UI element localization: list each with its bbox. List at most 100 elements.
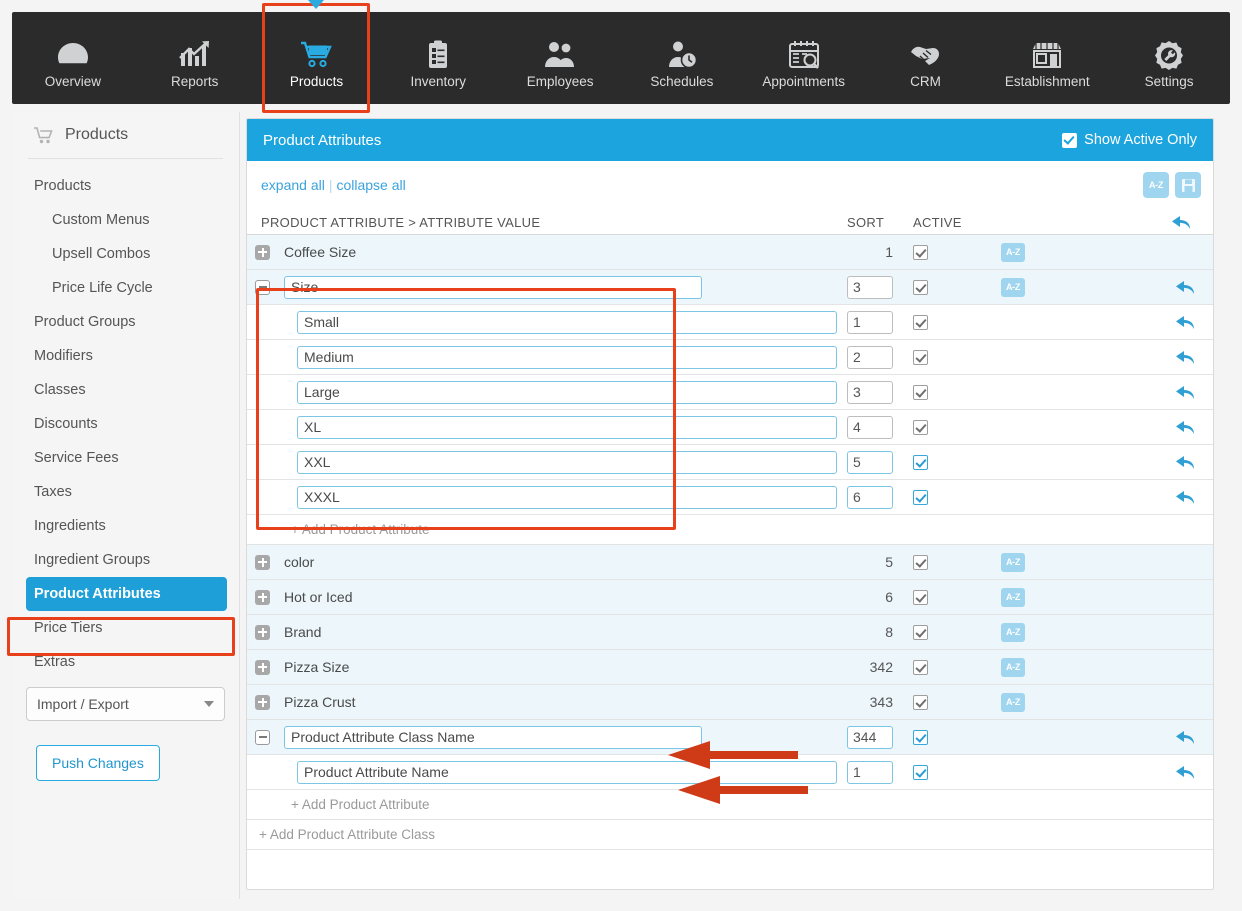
attribute-value-name-input[interactable] <box>297 451 837 474</box>
sort-az-row-button[interactable]: A-Z <box>1001 623 1025 642</box>
active-checkbox[interactable] <box>913 455 928 470</box>
sort-order-input[interactable] <box>847 726 893 749</box>
sidebar-item-products[interactable]: Products <box>12 169 239 203</box>
row-active-cell <box>913 555 973 570</box>
sort-order-input[interactable] <box>847 451 893 474</box>
active-checkbox[interactable] <box>913 490 928 505</box>
expand-plus-icon[interactable] <box>255 660 270 675</box>
sidebar-item-classes[interactable]: Classes <box>12 373 239 407</box>
sort-order-input[interactable] <box>847 276 893 299</box>
sidebar-item-price-life-cycle[interactable]: Price Life Cycle <box>12 271 239 305</box>
undo-icon[interactable] <box>1175 349 1195 365</box>
attribute-value-name-input[interactable] <box>297 346 837 369</box>
sort-order-input[interactable] <box>847 761 893 784</box>
sort-az-row-button[interactable]: A-Z <box>1001 588 1025 607</box>
sort-az-row-button[interactable]: A-Z <box>1001 658 1025 677</box>
sidebar-item-ingredient-groups[interactable]: Ingredient Groups <box>12 543 239 577</box>
attribute-value-name-input[interactable] <box>297 761 837 784</box>
undo-icon[interactable] <box>1175 314 1195 330</box>
sidebar-item-taxes[interactable]: Taxes <box>12 475 239 509</box>
sort-az-row-button[interactable]: A-Z <box>1001 693 1025 712</box>
nav-item-settings[interactable]: Settings <box>1108 12 1230 104</box>
active-checkbox[interactable] <box>913 730 928 745</box>
sidebar-item-price-tiers[interactable]: Price Tiers <box>12 611 239 645</box>
undo-icon[interactable] <box>1175 764 1195 780</box>
add-product-attribute-class-link[interactable]: + Add Product Attribute Class <box>247 820 1213 850</box>
undo-icon[interactable] <box>1175 729 1195 745</box>
sort-az-button[interactable]: A-Z <box>1143 172 1169 198</box>
sidebar-item-custom-menus[interactable]: Custom Menus <box>12 203 239 237</box>
sidebar-item-modifiers[interactable]: Modifiers <box>12 339 239 373</box>
sort-order-input[interactable] <box>847 486 893 509</box>
sort-az-row-button[interactable]: A-Z <box>1001 243 1025 262</box>
sidebar-item-label: Product Groups <box>34 314 136 330</box>
attribute-class-name-input[interactable] <box>284 276 702 299</box>
active-checkbox[interactable] <box>913 245 928 260</box>
show-active-only-label: Show Active Only <box>1084 132 1197 148</box>
expand-plus-icon[interactable] <box>255 245 270 260</box>
active-checkbox[interactable] <box>913 555 928 570</box>
push-changes-button[interactable]: Push Changes <box>36 745 160 781</box>
nav-item-reports[interactable]: Reports <box>134 12 256 104</box>
sort-order-input[interactable] <box>847 416 893 439</box>
nav-item-inventory[interactable]: Inventory <box>377 12 499 104</box>
expand-all-link[interactable]: expand all <box>261 177 325 193</box>
sidebar-item-ingredients[interactable]: Ingredients <box>12 509 239 543</box>
active-checkbox[interactable] <box>913 590 928 605</box>
undo-icon[interactable] <box>1175 384 1195 400</box>
collapse-minus-icon[interactable] <box>255 730 270 745</box>
save-button[interactable] <box>1175 172 1201 198</box>
active-checkbox[interactable] <box>913 660 928 675</box>
nav-item-schedules[interactable]: Schedules <box>621 12 743 104</box>
expand-plus-icon[interactable] <box>255 625 270 640</box>
active-checkbox[interactable] <box>913 280 928 295</box>
show-active-only-toggle[interactable]: Show Active Only <box>1062 132 1197 148</box>
nav-item-products[interactable]: Products <box>256 12 378 104</box>
nav-item-establishment[interactable]: Establishment <box>986 12 1108 104</box>
expand-plus-icon[interactable] <box>255 555 270 570</box>
sidebar-item-discounts[interactable]: Discounts <box>12 407 239 441</box>
attribute-class-name-input[interactable] <box>284 726 702 749</box>
row-name-cell <box>247 346 847 369</box>
row-name-cell <box>247 311 847 334</box>
active-checkbox[interactable] <box>913 625 928 640</box>
active-checkbox[interactable] <box>913 315 928 330</box>
sort-az-row-button[interactable]: A-Z <box>1001 278 1025 297</box>
show-active-only-checkbox[interactable] <box>1062 133 1077 148</box>
expand-plus-icon[interactable] <box>255 695 270 710</box>
sidebar-item-product-attributes[interactable]: Product Attributes <box>26 577 227 611</box>
collapse-all-link[interactable]: collapse all <box>336 177 405 193</box>
active-checkbox[interactable] <box>913 695 928 710</box>
nav-item-overview[interactable]: Overview <box>12 12 134 104</box>
active-checkbox[interactable] <box>913 765 928 780</box>
active-checkbox[interactable] <box>913 385 928 400</box>
undo-icon[interactable] <box>1175 489 1195 505</box>
nav-item-appointments[interactable]: Appointments <box>743 12 865 104</box>
sort-order-input[interactable] <box>847 346 893 369</box>
sort-order-input[interactable] <box>847 311 893 334</box>
attribute-value-name-input[interactable] <box>297 416 837 439</box>
sidebar-item-label: Products <box>34 178 91 194</box>
undo-icon[interactable] <box>1175 279 1195 295</box>
nav-item-crm[interactable]: CRM <box>865 12 987 104</box>
undo-icon[interactable] <box>1175 419 1195 435</box>
sort-order-input[interactable] <box>847 381 893 404</box>
add-product-attribute-link[interactable]: + Add Product Attribute <box>247 790 1213 820</box>
nav-item-employees[interactable]: Employees <box>499 12 621 104</box>
expand-plus-icon[interactable] <box>255 590 270 605</box>
sidebar-item-service-fees[interactable]: Service Fees <box>12 441 239 475</box>
sort-az-row-button[interactable]: A-Z <box>1001 553 1025 572</box>
sidebar-item-product-groups[interactable]: Product Groups <box>12 305 239 339</box>
attribute-value-name-input[interactable] <box>297 311 837 334</box>
attribute-value-name-input[interactable] <box>297 381 837 404</box>
add-product-attribute-link[interactable]: + Add Product Attribute <box>247 515 1213 545</box>
active-checkbox[interactable] <box>913 420 928 435</box>
undo-icon[interactable] <box>1175 454 1195 470</box>
active-checkbox[interactable] <box>913 350 928 365</box>
attribute-value-name-input[interactable] <box>297 486 837 509</box>
sidebar-item-extras[interactable]: Extras <box>12 645 239 679</box>
calendar-search-icon <box>787 28 821 70</box>
sidebar-item-upsell-combos[interactable]: Upsell Combos <box>12 237 239 271</box>
collapse-minus-icon[interactable] <box>255 280 270 295</box>
import-export-select[interactable]: Import / Export <box>26 687 225 721</box>
